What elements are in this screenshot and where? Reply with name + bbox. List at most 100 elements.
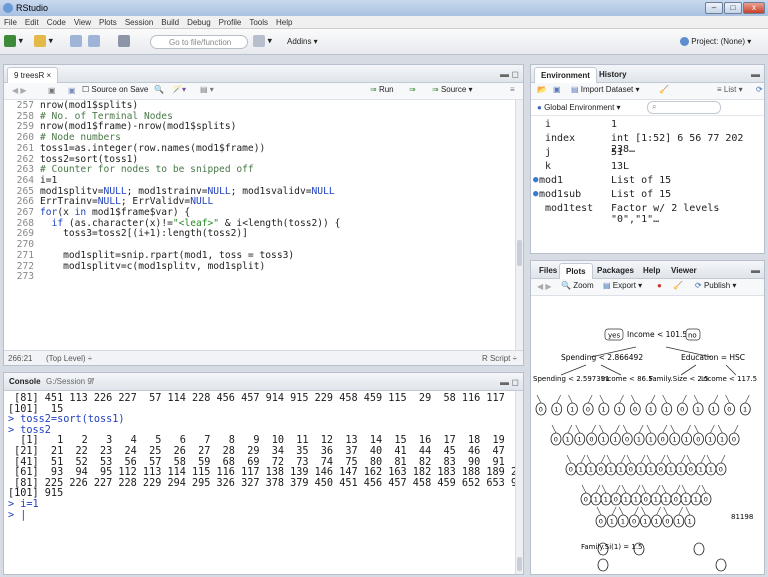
console-minmax-icon[interactable]: ▬ ◻ <box>500 377 519 388</box>
refresh-icon[interactable]: ⟳ <box>756 85 763 94</box>
editor-scroll-thumb[interactable] <box>517 240 522 266</box>
line-number: 261 <box>16 142 34 154</box>
env-minmax-icon[interactable]: ▬ <box>751 69 760 79</box>
tree-leaf-value: 1 <box>664 406 668 414</box>
tree-leaf-value: 1 <box>570 406 574 414</box>
tab-viewer[interactable]: Viewer <box>665 263 703 279</box>
source-button[interactable]: ⇒ Source ▾ <box>432 85 473 94</box>
menu-plots[interactable]: Plots <box>95 16 121 27</box>
tab-plots[interactable]: Plots <box>559 263 593 279</box>
save-file-icon[interactable]: ▣ <box>68 86 76 95</box>
find-icon[interactable]: 🔍 <box>154 85 164 94</box>
cursor-position: 266:21 <box>8 354 33 363</box>
tree-branch <box>680 454 686 464</box>
scope-dropdown[interactable]: ● Global Environment ▾ <box>537 103 621 112</box>
go-to-dir-icon[interactable]: ↗ <box>88 376 95 385</box>
environment-search-input[interactable]: ⌕ <box>647 101 721 114</box>
code-line[interactable]: i=1 <box>40 175 57 187</box>
menu-code[interactable]: Code <box>43 16 70 27</box>
code-tools-icon[interactable]: 🪄▾ <box>172 85 186 94</box>
load-workspace-icon[interactable]: 📂 <box>537 85 547 94</box>
code-line[interactable]: mod1split=snip.rpart(mod1, toss = toss3) <box>40 250 294 262</box>
plot-nav-arrows-icon[interactable]: ◀ ▶ <box>537 282 552 291</box>
console-output[interactable]: [81] 451 113 226 227 57 114 228 456 457 … <box>8 393 523 521</box>
list-view-selector[interactable]: ≡ List ▾ <box>717 85 743 94</box>
maximize-button[interactable]: □ <box>724 2 742 14</box>
workspace-panes-button[interactable]: ▾ <box>253 35 272 49</box>
export-button[interactable]: ▤ Export ▾ <box>603 281 642 290</box>
tree-leaf-value: 0 <box>644 496 648 504</box>
project-menu[interactable]: Project: (None) ▾ <box>680 35 751 49</box>
source-on-save-checkbox[interactable]: ☐ Source on Save <box>82 85 148 94</box>
menu-profile[interactable]: Profile <box>215 16 246 27</box>
print-button[interactable] <box>118 35 130 49</box>
env-row-i[interactable]: i1 <box>531 119 764 133</box>
editor-scrollbar[interactable] <box>515 100 523 350</box>
clear-plots-icon[interactable]: 🧹 <box>673 281 683 290</box>
nav-arrows-icon[interactable]: ◀ ▶ <box>12 86 27 95</box>
rr-split-label: Income < 117.5 <box>701 375 757 383</box>
console-line: [101] 915 <box>8 488 64 500</box>
expand-icon[interactable]: ● <box>533 175 538 185</box>
menu-tools[interactable]: Tools <box>245 16 272 27</box>
menu-help[interactable]: Help <box>272 16 296 27</box>
rl-split-label: Family.Size < 2.5 <box>649 375 709 383</box>
compile-report-icon[interactable]: ▤ ▾ <box>200 85 214 94</box>
plots-minmax-icon[interactable]: ▬ <box>751 265 760 275</box>
code-line[interactable]: toss1=as.integer(row.names(mod1$frame)) <box>40 143 265 155</box>
env-row-mod1sub[interactable]: ● mod1sub List of 15 <box>531 189 764 203</box>
code-line[interactable]: toss3=toss2[(i+1):length(toss2)] <box>40 229 248 240</box>
menu-file[interactable]: File <box>0 16 21 27</box>
close-button[interactable]: x <box>743 2 765 14</box>
new-file-button[interactable]: ▾ <box>4 35 23 49</box>
project-label: Project: (None) ▾ <box>691 37 752 46</box>
env-row-j[interactable]: j 51 <box>531 147 764 161</box>
tree-leaf-value: 1 <box>684 496 688 504</box>
tree-branch <box>720 454 726 464</box>
zoom-button[interactable]: 🔍 Zoom <box>561 281 594 290</box>
tab-history[interactable]: History <box>593 67 633 83</box>
tab-9-trees[interactable]: 9 treesR × <box>7 67 59 83</box>
addins-button[interactable]: Addins ▾ <box>287 35 318 49</box>
scope-selector[interactable]: (Top Level) ÷ <box>46 354 92 363</box>
clear-workspace-icon[interactable]: 🧹 <box>659 85 669 94</box>
menu-session[interactable]: Session <box>121 16 157 27</box>
expand-icon[interactable]: ● <box>533 189 538 199</box>
goto-file-input[interactable]: Go to file/function <box>150 35 248 49</box>
env-row-mod1[interactable]: ● mod1 List of 15 <box>531 175 764 189</box>
code-editor[interactable]: 257 nrow(mod1$splits) 258 # No. of Terminal… <box>4 100 523 350</box>
show-in-window-icon[interactable]: ▣ <box>48 86 56 95</box>
save-workspace-icon[interactable]: ▣ <box>553 85 561 94</box>
document-outline-icon[interactable]: ≡ <box>510 85 515 94</box>
minimize-button[interactable]: – <box>705 2 723 14</box>
console-line: > toss2=sort(toss1) <box>8 414 125 426</box>
console-scroll-thumb[interactable] <box>517 557 522 571</box>
file-type-selector[interactable]: R Script ÷ <box>482 354 517 363</box>
publish-button[interactable]: ⟳ Publish ▾ <box>695 281 736 290</box>
env-row-k[interactable]: k 13L <box>531 161 764 175</box>
remove-plot-icon[interactable]: ● <box>657 281 662 290</box>
plots-toolbar: ◀ ▶ 🔍 Zoom ▤ Export ▾ ● 🧹 ⟳ Publish ▾ <box>531 279 764 296</box>
import-dataset-button[interactable]: ▤ Import Dataset ▾ <box>571 85 640 94</box>
rerun-button[interactable]: ⇒ <box>409 85 416 94</box>
env-row-mod1test[interactable]: mod1test Factor w/ 2 levels "0","1"… <box>531 203 764 225</box>
code-line[interactable]: mod1splitv=c(mod1splitv, mod1split) <box>40 261 265 273</box>
console-scrollbar[interactable] <box>515 391 523 574</box>
tree-branch <box>700 454 706 464</box>
tree-leaf-value: 1 <box>708 436 712 444</box>
tree-branch <box>596 506 602 516</box>
menu-debug[interactable]: Debug <box>183 16 215 27</box>
env-row-index[interactable]: index int [1:52] 6 56 77 202 238… <box>531 133 764 155</box>
code-line[interactable]: # Counter for nodes to be snipped off <box>40 164 254 176</box>
pane-minmax-icon[interactable]: ▬ ◻ <box>500 69 519 80</box>
open-file-button[interactable]: ▾ <box>34 35 53 49</box>
menu-view[interactable]: View <box>70 16 95 27</box>
tab-environment[interactable]: Environment <box>534 67 597 83</box>
tab-help[interactable]: Help <box>637 263 666 279</box>
tab-packages[interactable]: Packages <box>591 263 640 279</box>
menu-build[interactable]: Build <box>157 16 183 27</box>
run-button[interactable]: ⇒ Run <box>370 85 394 94</box>
save-button[interactable] <box>70 35 82 49</box>
menu-edit[interactable]: Edit <box>21 16 43 27</box>
save-all-button[interactable] <box>88 35 100 49</box>
